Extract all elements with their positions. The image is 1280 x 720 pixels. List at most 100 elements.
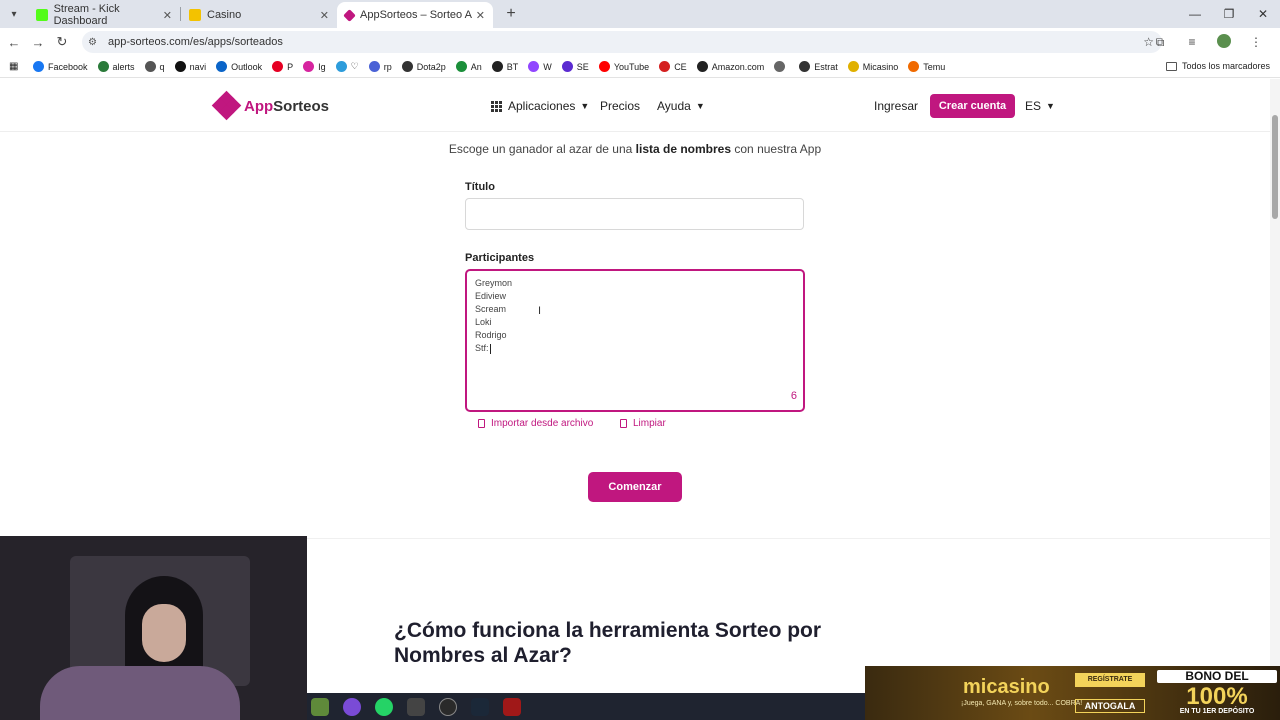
participants-textarea[interactable]: Greymon Ediview Scream Loki Rodrigo Stf: I 6 bbox=[465, 269, 805, 412]
bookmark-item[interactable]: navi bbox=[174, 61, 206, 72]
bookmark-label: Dota2p bbox=[416, 61, 446, 72]
bookmark-item[interactable]: Micasino bbox=[847, 61, 898, 72]
import-file-button[interactable]: Importar desde archivo bbox=[478, 418, 593, 429]
toolbar-actions: ⧉ ≡ ⋮ bbox=[1144, 28, 1272, 56]
nav-aplicaciones[interactable]: Aplicaciones ▼ bbox=[491, 99, 589, 113]
titulo-label: Título bbox=[465, 181, 495, 193]
participant-text: Scream bbox=[475, 304, 507, 314]
close-window-icon[interactable]: ✕ bbox=[1246, 0, 1280, 28]
close-tab-icon[interactable]: ✕ bbox=[320, 9, 329, 22]
taskbar-app-icon[interactable] bbox=[407, 697, 425, 716]
appsorteos-favicon-icon bbox=[343, 8, 356, 22]
minimize-icon[interactable]: — bbox=[1178, 0, 1212, 28]
bookmark-item[interactable]: SE bbox=[561, 61, 589, 72]
all-bookmarks-button[interactable]: Todos los marcadores bbox=[1165, 61, 1270, 71]
bookmark-item[interactable]: Ig bbox=[303, 61, 326, 72]
bookmark-item[interactable]: CE bbox=[659, 61, 687, 72]
bookmark-item[interactable]: Temu bbox=[908, 61, 945, 72]
nav-ayuda[interactable]: Ayuda ▼ bbox=[657, 99, 705, 113]
section-heading-line2: Nombres al Azar? bbox=[394, 644, 572, 667]
tab-casino[interactable]: Casino ✕ bbox=[181, 2, 337, 28]
ingresar-link[interactable]: Ingresar bbox=[874, 99, 918, 113]
bookmark-label: SE bbox=[576, 61, 589, 72]
taskbar bbox=[307, 693, 867, 720]
titulo-input[interactable] bbox=[465, 198, 804, 230]
bookmark-item[interactable]: BT bbox=[491, 61, 519, 72]
media-controls-icon[interactable]: ≡ bbox=[1176, 35, 1208, 49]
bookmark-item[interactable]: An bbox=[455, 61, 482, 72]
bookmark-label: BT bbox=[506, 61, 519, 72]
nav-ayuda-label: Ayuda bbox=[657, 99, 691, 113]
webcam-overlay bbox=[0, 536, 307, 720]
bookmark-item[interactable]: rp bbox=[368, 61, 392, 72]
tab-search-icon[interactable]: ▾ bbox=[0, 0, 28, 28]
new-tab-icon[interactable]: + bbox=[499, 5, 523, 23]
comenzar-button[interactable]: Comenzar bbox=[588, 472, 682, 502]
language-selector[interactable]: ES ▼ bbox=[1025, 99, 1055, 113]
whatsapp-icon[interactable] bbox=[375, 697, 393, 716]
bookmark-item[interactable]: YouTube bbox=[598, 61, 649, 72]
bookmark-favicon-icon bbox=[174, 61, 186, 72]
clear-button[interactable]: Limpiar bbox=[620, 418, 666, 429]
bookmark-item[interactable]: ♡ bbox=[335, 61, 359, 72]
bookmark-item[interactable]: W bbox=[528, 61, 552, 72]
tab-label: AppSorteos – Sorteo Aleatorio bbox=[360, 9, 472, 21]
taskbar-app-icon[interactable] bbox=[311, 697, 329, 716]
section-heading: ¿Cómo funciona la herramienta Sorteo por… bbox=[394, 618, 844, 668]
bookmark-item[interactable]: Facebook bbox=[33, 61, 88, 72]
banner-bono: BONO DEL bbox=[1157, 670, 1277, 683]
tab-appsorteos[interactable]: AppSorteos – Sorteo Aleatorio ✕ bbox=[337, 2, 493, 28]
bookmark-item[interactable]: alerts bbox=[97, 61, 135, 72]
participant-text: Loki bbox=[475, 317, 492, 327]
obs-icon[interactable] bbox=[439, 697, 457, 716]
steam-icon[interactable] bbox=[471, 697, 489, 716]
url-text: app-sorteos.com/es/apps/sorteados bbox=[108, 36, 283, 48]
reload-icon[interactable]: ↻ bbox=[50, 34, 74, 50]
participant-name: Scream bbox=[475, 303, 795, 316]
bookmark-label: Outlook bbox=[231, 61, 263, 72]
crear-cuenta-button[interactable]: Crear cuenta bbox=[930, 94, 1015, 118]
section-heading-line1: ¿Cómo funciona la herramienta Sorteo por bbox=[394, 619, 822, 642]
forward-icon[interactable]: → bbox=[26, 35, 50, 50]
back-icon[interactable]: ← bbox=[2, 35, 26, 50]
close-tab-icon[interactable]: ✕ bbox=[163, 9, 172, 22]
scrollbar-thumb[interactable] bbox=[1272, 115, 1278, 219]
appsorteos-logo[interactable]: AppSorteos bbox=[211, 90, 329, 121]
taskbar-app-icon[interactable] bbox=[343, 697, 361, 716]
bookmark-item[interactable]: Outlook bbox=[216, 61, 262, 72]
browser-menu-icon[interactable]: ⋮ bbox=[1240, 35, 1272, 49]
bookmark-favicon-icon bbox=[216, 61, 228, 72]
bookmark-favicon-icon bbox=[659, 61, 671, 72]
bookmark-favicon-icon bbox=[561, 61, 573, 72]
window-controls: — ❐ ✕ bbox=[1178, 0, 1280, 28]
apps-grid-icon[interactable]: ▦ bbox=[9, 61, 23, 72]
restore-icon[interactable]: ❐ bbox=[1212, 0, 1246, 28]
crear-cuenta-label: Crear cuenta bbox=[938, 100, 1007, 112]
participant-text: Greymon bbox=[475, 278, 513, 288]
bookmark-item[interactable] bbox=[774, 61, 789, 72]
bookmark-item[interactable]: P bbox=[272, 61, 293, 72]
bookmark-item[interactable]: q bbox=[144, 61, 165, 72]
nav-precios[interactable]: Precios bbox=[600, 99, 640, 113]
bookmark-label: Ig bbox=[318, 61, 326, 72]
bookmark-label: rp bbox=[383, 61, 392, 72]
nav-aplicaciones-label: Aplicaciones bbox=[508, 99, 576, 113]
tab-kick-dashboard[interactable]: Stream - Kick Dashboard ✕ bbox=[28, 2, 180, 28]
tab-label: Casino bbox=[207, 9, 242, 21]
url-bar[interactable]: ⚙ app-sorteos.com/es/apps/sorteados ☆ bbox=[82, 31, 1162, 53]
banner-register: REGÍSTRATE bbox=[1075, 673, 1145, 687]
taskbar-app-icon[interactable] bbox=[503, 697, 521, 716]
bookmark-item[interactable]: Estrat bbox=[799, 61, 838, 72]
page-scrollbar[interactable] bbox=[1270, 79, 1280, 720]
bookmark-item[interactable]: Amazon.com bbox=[696, 61, 764, 72]
streamer-shirt bbox=[40, 666, 240, 720]
site-info-icon[interactable]: ⚙ bbox=[88, 37, 102, 48]
extensions-icon[interactable]: ⧉ bbox=[1144, 35, 1176, 50]
profile-avatar[interactable] bbox=[1208, 33, 1240, 51]
micasino-banner[interactable]: micasino ¡Juega, GANA y, sobre todo... C… bbox=[865, 666, 1280, 720]
close-tab-icon[interactable]: ✕ bbox=[476, 9, 485, 22]
bookmark-favicon-icon bbox=[455, 61, 467, 72]
participant-name: Rodrigo bbox=[475, 329, 795, 342]
bookmark-item[interactable]: Dota2p bbox=[401, 61, 446, 72]
bookmark-label: Temu bbox=[923, 61, 946, 72]
